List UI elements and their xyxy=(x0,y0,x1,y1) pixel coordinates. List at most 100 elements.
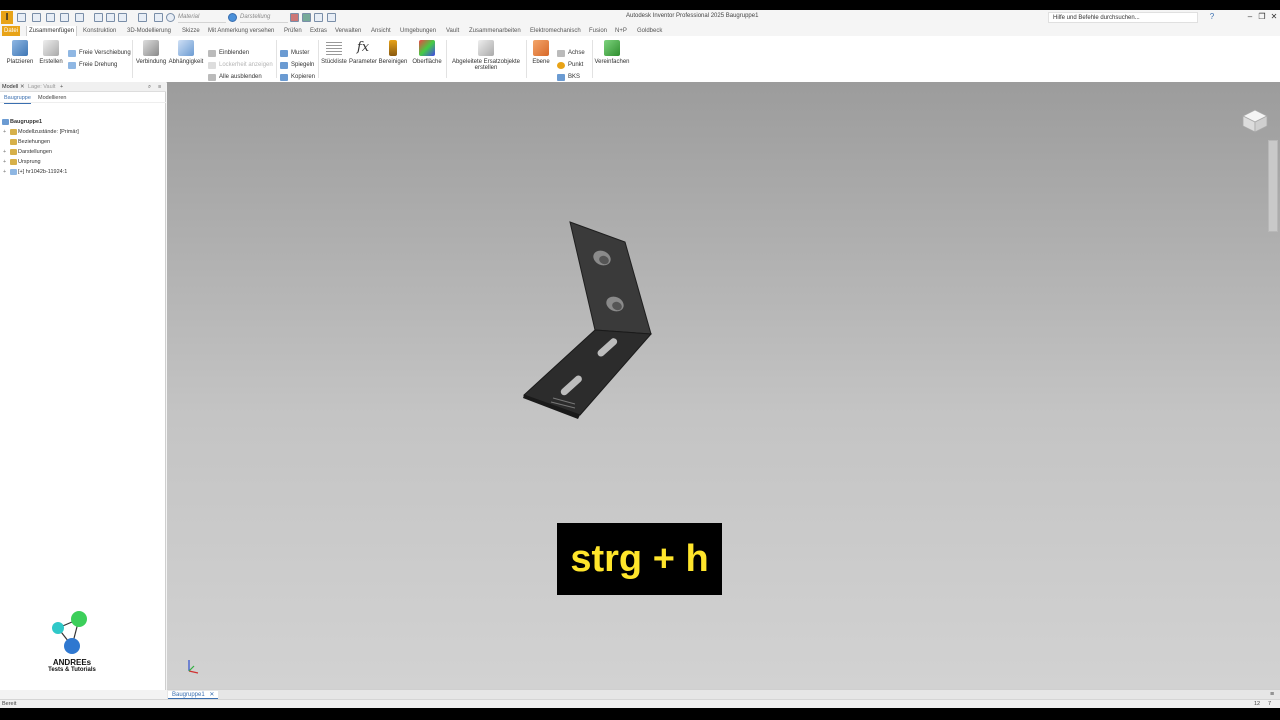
show-sick-button[interactable]: Lockerheit anzeigen xyxy=(208,61,273,70)
show-sick-label: Lockerheit anzeigen xyxy=(219,62,273,68)
tab-tools[interactable]: Extras xyxy=(308,26,329,36)
simplify-button[interactable]: Vereinfachen xyxy=(594,40,630,65)
close-icon[interactable]: ✕ xyxy=(209,692,214,698)
minimize-button[interactable]: – xyxy=(1244,12,1256,21)
menu-icon[interactable]: ≡ xyxy=(158,83,161,91)
angle-bracket-model[interactable] xyxy=(167,82,1280,689)
zoom-icon[interactable] xyxy=(154,13,163,22)
subtab-modeling[interactable]: Modellieren xyxy=(38,93,66,103)
restore-button[interactable]: ❐ xyxy=(1256,12,1268,21)
create-button[interactable]: Erstellen xyxy=(38,40,64,65)
show-button[interactable]: Einblenden xyxy=(208,49,249,58)
axis-button[interactable]: Achse xyxy=(557,49,585,58)
tab-manage[interactable]: Verwalten xyxy=(333,26,363,36)
free-move-button[interactable]: Freie Verschiebung xyxy=(68,49,131,58)
status-bar: Bereit 12 7 xyxy=(0,699,1280,708)
clear-appearance-icon[interactable] xyxy=(290,13,299,22)
mirror-icon xyxy=(280,62,288,69)
close-icon[interactable]: ✕ xyxy=(20,83,25,91)
tab-fusion[interactable]: Fusion xyxy=(587,26,609,36)
appearance-icon[interactable] xyxy=(228,13,237,22)
inventor-logo-icon[interactable]: I xyxy=(1,11,13,24)
search-icon[interactable]: ⌕ xyxy=(148,83,151,91)
function-icon[interactable] xyxy=(314,13,323,22)
browser-tab-model[interactable]: Modell xyxy=(2,83,18,91)
help-search-input[interactable]: Hilfe und Befehle durchsuchen... xyxy=(1048,12,1198,23)
viewcube-icon[interactable] xyxy=(1241,108,1269,134)
material-icon[interactable] xyxy=(166,13,175,22)
derived-substitute-icon xyxy=(478,40,494,56)
update-icon[interactable] xyxy=(106,13,115,22)
cross-icon[interactable] xyxy=(327,13,336,22)
place-label: Platzieren xyxy=(6,59,34,65)
open-file-icon[interactable] xyxy=(32,13,41,22)
pattern-button[interactable]: Muster xyxy=(280,49,309,58)
coordinate-axes-icon xyxy=(188,660,199,674)
tab-annotate[interactable]: Mit Anmerkung versehen xyxy=(206,26,276,36)
hide-all-button[interactable]: Alle ausblenden xyxy=(208,73,262,82)
tab-3d-model[interactable]: 3D-Modellierung xyxy=(125,26,173,36)
tab-sketch[interactable]: Skizze xyxy=(180,26,202,36)
derived-substitute-button[interactable]: Abgeleitete Ersatzobjekte erstellen xyxy=(449,40,523,71)
appearance-select[interactable]: Darstellung xyxy=(240,12,288,23)
undo-icon[interactable] xyxy=(60,13,69,22)
constrain-button[interactable]: Abhängigkeit xyxy=(168,40,204,65)
home-icon[interactable] xyxy=(94,13,103,22)
select-icon[interactable] xyxy=(118,13,127,22)
adjust-icon[interactable] xyxy=(302,13,311,22)
mirror-label: Spiegeln xyxy=(291,62,315,68)
tab-vault[interactable]: Vault xyxy=(444,26,461,36)
ucs-button[interactable]: BKS xyxy=(557,73,580,82)
parameters-button[interactable]: fx Parameter xyxy=(348,40,378,65)
save-icon[interactable] xyxy=(46,13,55,22)
tab-file[interactable]: Datei xyxy=(2,26,21,36)
expand-icon[interactable]: + xyxy=(3,157,6,167)
measure-icon[interactable] xyxy=(138,13,147,22)
add-tab-icon[interactable]: + xyxy=(60,83,63,91)
subtab-assembly[interactable]: Baugruppe xyxy=(4,93,31,104)
model-browser: Modell ✕ Lage: Vault + ⌕ ≡ Baugruppe Mod… xyxy=(0,82,166,690)
tab-inspect[interactable]: Prüfen xyxy=(282,26,304,36)
ribbon-panel: Platzieren Erstellen Freie Verschiebung … xyxy=(0,36,1280,83)
window-title: Autodesk Inventor Professional 2025 Baug… xyxy=(626,13,759,19)
simplify-label: Vereinfachen xyxy=(594,59,630,65)
tab-environments[interactable]: Umgebungen xyxy=(398,26,438,36)
tab-design[interactable]: Konstruktion xyxy=(81,26,118,36)
logo-title: ANDREEs xyxy=(52,658,92,667)
menu-icon[interactable]: ≡ xyxy=(1270,690,1274,699)
logo-subtitle: Tests & Tutorials xyxy=(48,667,96,673)
tab-assemble[interactable]: Zusammenfügen xyxy=(26,26,78,36)
close-button[interactable]: ✕ xyxy=(1268,12,1280,21)
surface-button[interactable]: Oberfläche xyxy=(410,40,444,65)
mirror-button[interactable]: Spiegeln xyxy=(280,61,314,70)
molecule-icon xyxy=(52,611,87,654)
browser-tab-vault[interactable]: Lage: Vault xyxy=(28,83,55,91)
tab-np[interactable]: N+P xyxy=(613,26,629,36)
new-file-icon[interactable] xyxy=(17,13,26,22)
expand-icon[interactable]: + xyxy=(3,147,6,157)
free-move-icon xyxy=(68,50,76,57)
expand-icon[interactable]: + xyxy=(3,167,6,177)
plane-button[interactable]: Ebene xyxy=(529,40,553,65)
tab-view[interactable]: Ansicht xyxy=(369,26,393,36)
graphics-viewport[interactable]: strg + h xyxy=(167,82,1280,689)
navigation-bar[interactable] xyxy=(1268,140,1278,232)
tab-electromechanical[interactable]: Elektromechanisch xyxy=(528,26,583,36)
redo-icon[interactable] xyxy=(75,13,84,22)
purge-button[interactable]: Bereinigen xyxy=(378,40,408,65)
place-button[interactable]: Platzieren xyxy=(6,40,34,65)
free-rotate-button[interactable]: Freie Drehung xyxy=(68,61,117,70)
material-select[interactable]: Material xyxy=(178,12,226,23)
ribbon-separator xyxy=(446,40,447,78)
tab-goldbeck[interactable]: Goldbeck xyxy=(635,26,664,36)
copy-button[interactable]: Kopieren xyxy=(280,73,315,82)
help-icon[interactable]: ? xyxy=(1206,12,1218,21)
tree-root-label: Baugruppe1 xyxy=(10,119,43,125)
bom-button[interactable]: Stückliste xyxy=(320,40,348,65)
document-tab-assembly[interactable]: Baugruppe1 ✕ xyxy=(168,691,219,699)
expand-icon[interactable]: + xyxy=(3,127,6,137)
tab-collaborate[interactable]: Zusammenarbeiten xyxy=(467,26,523,36)
point-button[interactable]: Punkt xyxy=(557,61,583,70)
axis-icon xyxy=(557,50,565,57)
joint-button[interactable]: Verbindung xyxy=(135,40,167,65)
